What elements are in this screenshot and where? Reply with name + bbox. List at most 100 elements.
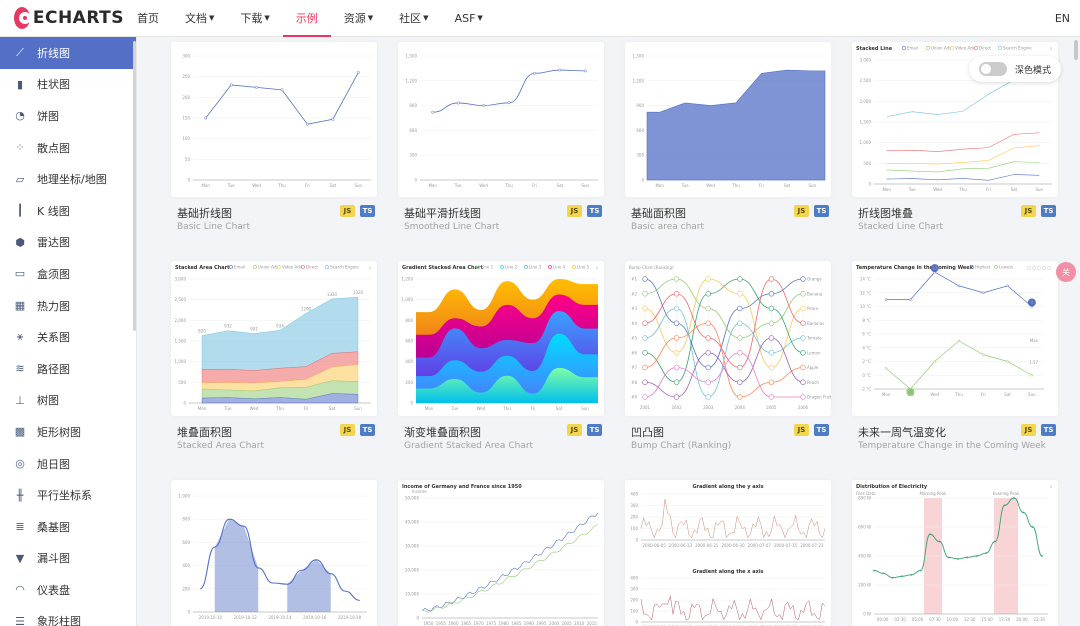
- example-thumbnail[interactable]: Distribution of Electricity Files Data ⇩ Mo…: [852, 480, 1058, 626]
- avg-line-label: 1.57: [1029, 360, 1038, 365]
- sidebar-item-15[interactable]: ≣ 桑基图: [0, 511, 136, 543]
- sidebar-item-1[interactable]: ▮ 柱状图: [0, 69, 136, 101]
- x-tick-label: Tue: [908, 187, 916, 192]
- y-tick-label: 0: [635, 538, 638, 543]
- example-title[interactable]: 凹凸图: [631, 424, 664, 440]
- sidebar-item-0[interactable]: ⟋ 折线图: [0, 37, 136, 69]
- example-thumbnail[interactable]: Income of Germany and France since 1950 I…: [398, 480, 604, 626]
- example-thumbnail[interactable]: 0 300 600 900 1,200 1,500 Mon Tue Wed Thu Fri Sat Su…: [398, 42, 604, 197]
- ts-badge[interactable]: TS: [360, 205, 375, 217]
- sidebar-item-6[interactable]: ⬢ 雷达图: [0, 227, 136, 259]
- data-label: 1330: [327, 292, 338, 297]
- nav-item-0[interactable]: 首页: [124, 0, 172, 36]
- x-tick-label: Sat: [1011, 187, 1018, 192]
- nav-item-3[interactable]: 示例: [282, 0, 331, 37]
- example-title[interactable]: 基础面积图: [631, 205, 686, 221]
- example-thumbnail[interactable]: Gradient along the y axis 0 100 200 300 400 20…: [625, 480, 831, 626]
- x-tick-label: Sat: [556, 406, 563, 411]
- example-thumbnail[interactable]: 0 200 400 600 800 1,000 2019-10-10 2019-10-12 20…: [171, 480, 377, 626]
- sidebar-item-14[interactable]: ╫ 平行坐标系: [0, 479, 136, 511]
- nav-item-5[interactable]: 社区 ▼: [386, 0, 441, 36]
- sidebar-item-7[interactable]: ▭ 盒须图: [0, 258, 136, 290]
- chart-svg: Distribution of ElectricityFiles Data⇩Mo…: [856, 484, 1053, 622]
- example-title[interactable]: 未来一周气温变化: [858, 424, 946, 440]
- ts-badge[interactable]: TS: [814, 205, 829, 217]
- dark-mode-switch[interactable]: [979, 62, 1007, 76]
- nav-item-2[interactable]: 下载 ▼: [227, 0, 282, 36]
- bump-series: [644, 278, 804, 339]
- example-thumbnail[interactable]: Temperature Change in the Coming Week Hig…: [852, 261, 1058, 416]
- sidebar-item-5[interactable]: ┃ K 线图: [0, 195, 136, 227]
- example-thumbnail[interactable]: 0 300 600 900 1,200 1,500 Mon Tue Wed Thu Fri Sat Su…: [625, 42, 831, 197]
- x-tick-label: Tue: [451, 406, 459, 411]
- ts-badge[interactable]: TS: [360, 424, 375, 436]
- x-tick-label: 1995: [536, 621, 547, 626]
- example-title[interactable]: 堆叠面积图: [177, 424, 232, 440]
- nav-item-1[interactable]: 文档 ▼: [172, 0, 227, 36]
- example-thumbnail[interactable]: Gradient Stacked Area Chart Line 1 Line 2 L…: [398, 261, 604, 416]
- ts-badge[interactable]: TS: [587, 424, 602, 436]
- nav-item-6[interactable]: ASF ▼: [442, 0, 496, 36]
- js-badge[interactable]: JS: [567, 424, 582, 436]
- js-badge[interactable]: JS: [794, 424, 809, 436]
- nav-item-4[interactable]: 资源 ▼: [331, 0, 386, 36]
- sidebar-item-8[interactable]: ▦ 热力图: [0, 290, 136, 322]
- js-badge[interactable]: JS: [794, 205, 809, 217]
- sidebar-item-12[interactable]: ▩ 矩形树图: [0, 416, 136, 448]
- ts-badge[interactable]: TS: [587, 205, 602, 217]
- sidebar-item-3[interactable]: ⁘ 散点图: [0, 132, 136, 164]
- js-badge[interactable]: JS: [1021, 424, 1036, 436]
- sidebar-item-16[interactable]: ▼ 漏斗图: [0, 543, 136, 575]
- ts-badge[interactable]: TS: [1041, 205, 1056, 217]
- y-tick-label: 1,500: [633, 54, 645, 59]
- example-thumbnail[interactable]: Bump Chart (Ranking) #1 Orange #2 Banana #3 Pe…: [625, 261, 831, 416]
- x-tick-label: 1955: [436, 621, 447, 626]
- tree-icon: ⊥: [15, 393, 25, 407]
- example-title[interactable]: 基础折线图: [177, 205, 232, 221]
- floating-help-button[interactable]: 关: [1056, 262, 1076, 282]
- chart-title: Distribution of Electricity: [856, 484, 928, 490]
- y-tick-label: 200: [630, 598, 638, 603]
- ts-badge[interactable]: TS: [1041, 424, 1056, 436]
- sidebar-item-13[interactable]: ◎ 旭日图: [0, 448, 136, 480]
- echarts-logo[interactable]: ECHARTS: [14, 7, 124, 29]
- sidebar-scrollbar[interactable]: [133, 41, 136, 331]
- year-label: 2002: [672, 405, 683, 410]
- y-tick-label: 200: [405, 380, 413, 385]
- js-badge[interactable]: JS: [340, 205, 355, 217]
- sidebar-item-18[interactable]: ☰ 象形柱图: [0, 606, 136, 626]
- page-scrollbar[interactable]: [1074, 40, 1078, 60]
- bump-point: [800, 350, 806, 356]
- sidebar-item-11[interactable]: ⊥ 树图: [0, 385, 136, 417]
- example-title[interactable]: 基础平滑折线图: [404, 205, 481, 221]
- js-badge[interactable]: JS: [340, 424, 355, 436]
- data-point: [204, 116, 208, 120]
- ts-badge[interactable]: TS: [814, 424, 829, 436]
- data-label: 934: [276, 323, 284, 328]
- language-switch[interactable]: EN: [1055, 12, 1070, 25]
- example-title[interactable]: 渐变堆叠面积图: [404, 424, 481, 440]
- example-thumbnail[interactable]: 0 50 100 150 200 250 300 Mon Tue Wed Thu Fri Sat Sun: [171, 42, 377, 197]
- example-title[interactable]: 折线图堆叠: [858, 205, 913, 221]
- sidebar-item-17[interactable]: ◠ 仪表盘: [0, 574, 136, 606]
- sidebar-item-10[interactable]: ≋ 路径图: [0, 353, 136, 385]
- year-label: 2003: [703, 405, 714, 410]
- js-badge[interactable]: JS: [1021, 205, 1036, 217]
- highest-series: [886, 271, 1033, 307]
- sidebar-item-4[interactable]: ▱ 地理坐标/地图: [0, 163, 136, 195]
- sidebar-item-2[interactable]: ◔ 饼图: [0, 100, 136, 132]
- legend-label: Union Ads: [931, 45, 951, 50]
- example-thumbnail[interactable]: Stacked Area Chart Email Union Ads Video Ad…: [171, 261, 377, 416]
- dark-mode-toggle[interactable]: 深色模式: [969, 56, 1061, 82]
- chart-svg: Gradient along the y axis 0 100 200 300 400 20…: [630, 484, 826, 626]
- logo-text: ECHARTS: [32, 8, 124, 28]
- x-tick-label: Thu: [277, 183, 286, 188]
- sidebar-item-9[interactable]: ⚹ 关系图: [0, 321, 136, 353]
- legend-label: Direct: [306, 264, 318, 269]
- x-tick-label: 2000-07-07: [748, 543, 772, 548]
- legend-label: Video Ads: [955, 45, 975, 50]
- legend-marker: [926, 46, 930, 50]
- bump-series: [644, 322, 804, 398]
- y-tick-label: 0: [635, 620, 638, 625]
- js-badge[interactable]: JS: [567, 205, 582, 217]
